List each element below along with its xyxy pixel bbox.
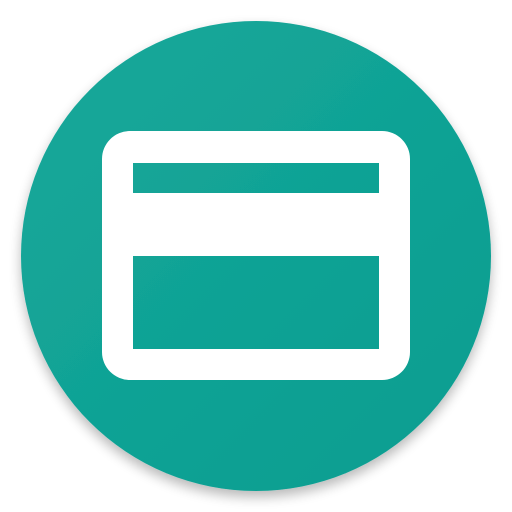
icon-canvas xyxy=(0,0,512,512)
app-icon[interactable] xyxy=(0,0,512,512)
